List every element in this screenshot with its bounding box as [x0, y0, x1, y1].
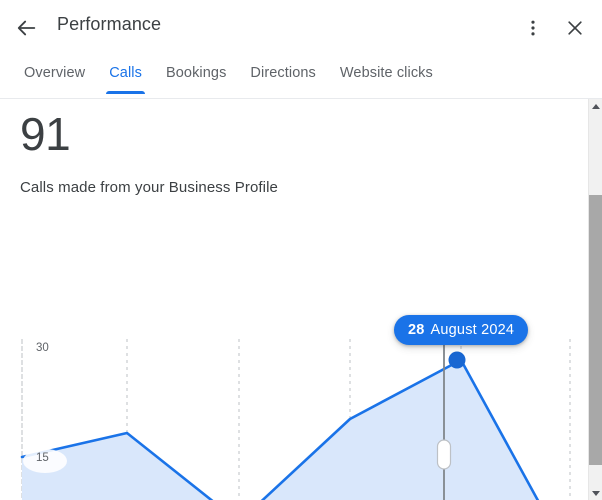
triangle-up-icon: [591, 103, 600, 109]
tab-label: Overview: [24, 65, 86, 81]
metric-value: 91: [20, 108, 71, 160]
scrollbar-up-button[interactable]: [589, 99, 602, 113]
chart-highlight-point[interactable]: [448, 351, 466, 369]
y-axis-label-30: 30: [36, 342, 49, 354]
tab-label: Bookings: [165, 65, 227, 81]
tab-bar: Overview Calls Bookings Directions Websi…: [0, 57, 602, 99]
tab-overview[interactable]: Overview: [12, 57, 97, 94]
tab-label: Website clicks: [339, 65, 433, 81]
top-bar: Performance: [0, 0, 602, 57]
metric-description: Calls made from your Business Profile: [20, 179, 278, 196]
chart-tooltip: 28 August 2024: [394, 315, 529, 345]
tab-label: Calls: [109, 65, 142, 81]
top-bar-actions: [514, 10, 594, 48]
tooltip-day: 28: [408, 322, 425, 338]
back-button[interactable]: [10, 12, 44, 46]
scrollbar-down-button[interactable]: [589, 486, 602, 500]
close-icon: [565, 18, 585, 41]
chart-area-fill: [22, 360, 538, 500]
scrubber-handle[interactable]: [436, 439, 452, 470]
page-title: Performance: [57, 14, 162, 34]
tab-directions[interactable]: Directions: [238, 57, 327, 94]
performance-panel: Performance Overview Calls Bookings Dire…: [0, 0, 602, 500]
close-button[interactable]: [556, 10, 594, 48]
arrow-left-icon: [16, 17, 38, 42]
tab-website-clicks[interactable]: Website clicks: [328, 57, 445, 94]
vertical-scrollbar[interactable]: [588, 99, 602, 500]
tab-underline: [106, 91, 145, 94]
tab-bookings[interactable]: Bookings: [154, 57, 238, 94]
tooltip-month-year: August 2024: [430, 322, 515, 338]
tab-label: Directions: [250, 65, 316, 81]
more-vertical-icon: [523, 18, 543, 41]
calls-area-chart[interactable]: 30 15 Apr 2... May ... Jun 2... Jul 2...…: [0, 229, 588, 500]
chart-canvas: 30 15 Apr 2... May ... Jun 2... Jul 2...…: [20, 329, 571, 500]
triangle-down-icon: [591, 490, 600, 496]
more-options-button[interactable]: [514, 10, 552, 48]
y-axis-label-15: 15: [36, 452, 49, 464]
scroll-content: 91 Calls made from your Business Profile: [0, 99, 588, 500]
tab-calls[interactable]: Calls: [97, 57, 154, 94]
scrollbar-thumb[interactable]: [589, 195, 602, 465]
